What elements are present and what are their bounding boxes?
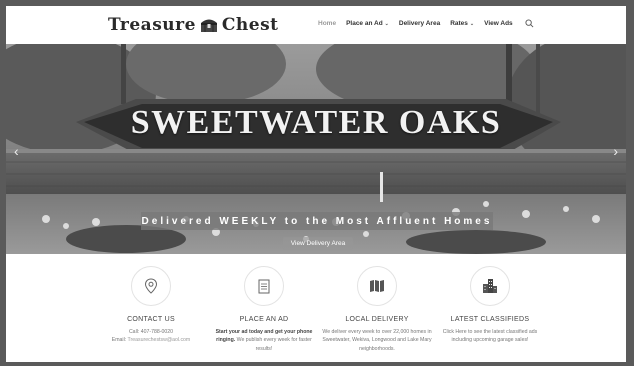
chevron-right-icon[interactable]: › xyxy=(613,144,618,158)
chevron-down-icon: ⌄ xyxy=(469,20,475,27)
nav-home[interactable]: Home xyxy=(318,20,336,27)
nav-place-an-ad[interactable]: Place an Ad ⌄ xyxy=(346,20,389,27)
contact-phone: Call: 407-788-0020 xyxy=(128,329,174,335)
feature-icon-circle[interactable] xyxy=(470,266,510,306)
nav-place-an-ad-label: Place an Ad xyxy=(346,20,383,27)
nav-view-ads-label: View Ads xyxy=(484,20,513,27)
main-nav: Home Place an Ad ⌄ Delivery Area Rates ⌄… xyxy=(318,19,534,28)
nav-rates-label: Rates xyxy=(450,20,468,27)
feature-text: Call: 407-788-0020 Email: Treasurechests… xyxy=(96,328,206,345)
feature-text: Click Here to see the latest classified … xyxy=(442,329,538,344)
site-logo[interactable]: Treasure Chest xyxy=(108,14,279,36)
feature-local-delivery: LOCAL DELIVERY We deliver every week to … xyxy=(322,266,432,353)
location-pin-icon xyxy=(144,278,158,294)
hero-sign-text: SWEETWATER OAKS xyxy=(130,104,502,141)
hero-tagline: Delivered WEEKLY to the Most Affluent Ho… xyxy=(141,212,493,230)
logo-text-right: Chest xyxy=(221,15,279,35)
site-header: Treasure Chest Home Place an Ad ⌄ Delive… xyxy=(6,6,626,44)
document-icon xyxy=(258,279,270,293)
hero-slider: SWEETWATER OAKS ‹ › Delivered WEEKLY to … xyxy=(6,44,626,254)
buildings-icon xyxy=(483,279,497,293)
feature-title: PLACE AN AD xyxy=(239,316,289,323)
features-section: CONTACT US Call: 407-788-0020 Email: Tre… xyxy=(6,254,626,362)
contact-email-link[interactable]: Treasurechestsw@aol.com xyxy=(128,337,191,343)
nav-delivery-area[interactable]: Delivery Area xyxy=(399,20,440,27)
feature-text: Start your ad today and get your phone r… xyxy=(209,328,319,353)
chevron-left-icon[interactable]: ‹ xyxy=(14,144,19,158)
feature-contact: CONTACT US Call: 407-788-0020 Email: Tre… xyxy=(96,266,206,345)
search-icon[interactable] xyxy=(525,19,534,28)
feature-text-rest: We publish every week for faster results… xyxy=(235,337,312,352)
contact-email-prefix: Email: xyxy=(111,337,128,344)
feature-icon-circle[interactable] xyxy=(131,266,171,306)
contact-email: Email: Treasurechestsw@aol.com xyxy=(96,336,206,344)
nav-rates[interactable]: Rates ⌄ xyxy=(450,20,474,27)
nav-home-label: Home xyxy=(318,20,337,27)
feature-title: LATEST CLASSIFIEDS xyxy=(450,316,530,323)
nav-view-ads[interactable]: View Ads xyxy=(484,20,513,27)
feature-place-ad: PLACE AN AD Start your ad today and get … xyxy=(209,266,319,353)
feature-title: CONTACT US xyxy=(127,316,175,323)
feature-icon-circle[interactable] xyxy=(357,266,397,306)
chevron-down-icon: ⌄ xyxy=(384,20,389,27)
feature-title: LOCAL DELIVERY xyxy=(345,316,409,323)
feature-icon-circle[interactable] xyxy=(244,266,284,306)
logo-text-left: Treasure xyxy=(108,15,196,35)
page-frame: Treasure Chest Home Place an Ad ⌄ Delive… xyxy=(6,6,626,362)
feature-latest-classifieds: LATEST CLASSIFIEDS Click Here to see the… xyxy=(435,266,545,345)
feature-text: We deliver every week to over 22,000 hom… xyxy=(322,329,432,352)
nav-delivery-area-label: Delivery Area xyxy=(398,20,441,27)
treasure-chest-icon xyxy=(200,19,217,32)
map-icon xyxy=(370,280,384,292)
view-delivery-area-button[interactable]: View Delivery Area xyxy=(283,237,353,250)
